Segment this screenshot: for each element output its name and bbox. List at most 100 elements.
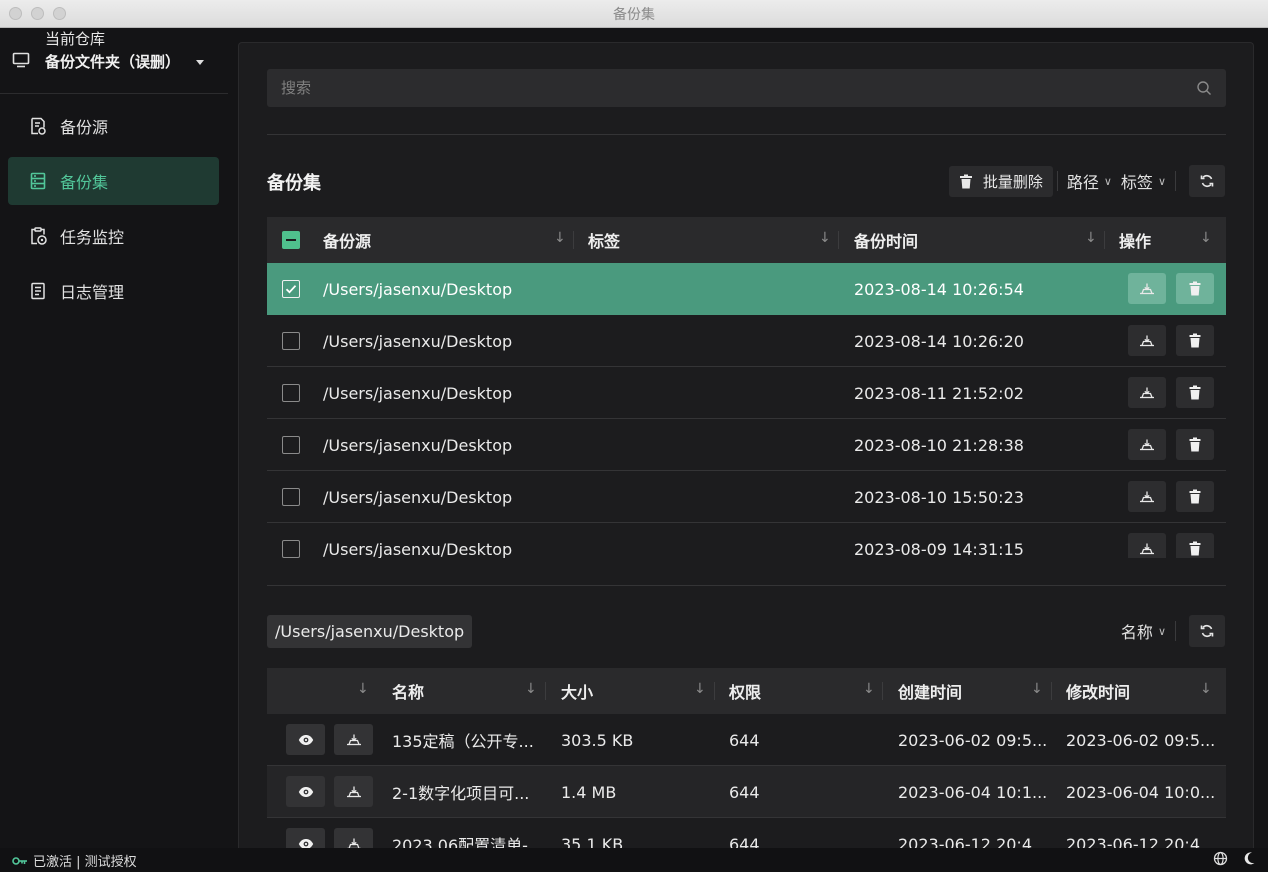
divider (267, 134, 1226, 135)
file-permissions: 644 (729, 834, 760, 849)
file-modified: 2023-06-04 10:0... (1066, 782, 1216, 802)
sort-arrow-icon[interactable]: ↓ (863, 681, 875, 697)
delete-button[interactable] (1176, 273, 1214, 304)
table-row[interactable]: /Users/jasenxu/Desktop 2023-08-10 21:28:3… (267, 419, 1226, 471)
preview-button[interactable] (286, 776, 325, 807)
files-toolbar: 名称 ∨ (1112, 615, 1225, 647)
restore-icon (1140, 491, 1154, 502)
row-checkbox[interactable] (282, 436, 300, 454)
table-row[interactable]: /Users/jasenxu/Desktop 2023-08-10 15:50:2… (267, 471, 1226, 523)
row-time: 2023-08-14 10:26:54 (854, 279, 1024, 299)
sort-arrow-icon[interactable]: ↓ (554, 230, 566, 246)
table-row[interactable]: /Users/jasenxu/Desktop 2023-08-14 10:26:5… (267, 263, 1226, 315)
close-window-button[interactable] (9, 7, 22, 20)
restore-file-button[interactable] (334, 828, 373, 848)
delete-button[interactable] (1176, 533, 1214, 558)
search-input[interactable] (267, 69, 1226, 107)
delete-button[interactable] (1176, 325, 1214, 356)
repo-selector[interactable]: 当前仓库 备份文件夹（误删） (0, 28, 228, 94)
restore-button[interactable] (1128, 377, 1166, 408)
delete-button[interactable] (1176, 481, 1214, 512)
file-created: 2023-06-12 20:4... (898, 834, 1048, 849)
row-checkbox[interactable] (282, 540, 300, 558)
sort-arrow-icon[interactable]: ↓ (1031, 681, 1043, 697)
preview-button[interactable] (286, 724, 325, 755)
restore-file-button[interactable] (334, 776, 373, 807)
table-header: 备份源 ↓ 标签 ↓ 备份时间 ↓ 操作 ↓ (267, 217, 1226, 263)
table-row[interactable]: /Users/jasenxu/Desktop 2023-08-09 14:31:1… (267, 523, 1226, 558)
restore-file-button[interactable] (334, 724, 373, 755)
table-row[interactable]: /Users/jasenxu/Desktop 2023-08-14 10:26:2… (267, 315, 1226, 367)
sort-arrow-icon[interactable]: ↓ (1200, 230, 1212, 246)
table-row[interactable]: 2-1数字化项目可... 1.4 MB 644 2023-06-04 10:1... 2… (267, 766, 1226, 818)
trash-icon (1189, 333, 1201, 348)
sort-name-dropdown[interactable]: 名称 ∨ (1112, 619, 1175, 643)
search-icon[interactable] (1196, 80, 1212, 96)
file-size: 1.4 MB (561, 782, 617, 802)
column-header-tag[interactable]: 标签 (588, 217, 620, 263)
main-panel: 备份集 批量删除 路径 ∨ 标签 ∨ (238, 42, 1254, 848)
row-checkbox[interactable] (282, 332, 300, 350)
file-size: 303.5 KB (561, 730, 634, 750)
row-checkbox[interactable] (282, 384, 300, 402)
column-header-source[interactable]: 备份源 (323, 217, 371, 263)
sidebar-item-backups[interactable]: 备份集 (8, 157, 219, 205)
select-all-checkbox[interactable] (282, 231, 300, 249)
status-bar: 已激活 | 测试授权 (0, 848, 1268, 872)
repo-name: 备份文件夹（误删） (45, 53, 181, 71)
column-header-created[interactable]: 创建时间 (898, 668, 962, 714)
row-source: /Users/jasenxu/Desktop (323, 487, 513, 507)
sidebar-item-monitor[interactable]: 任务监控 (8, 212, 219, 260)
sort-arrow-icon[interactable]: ↓ (819, 230, 831, 246)
backups-table: 备份源 ↓ 标签 ↓ 备份时间 ↓ 操作 ↓ /Users/jasenxu/De… (267, 217, 1226, 558)
file-created: 2023-06-02 09:5... (898, 730, 1048, 750)
dark-mode-moon-icon[interactable] (1242, 851, 1256, 866)
table-row[interactable]: 2023.06配置清单-... 35.1 KB 644 2023-06-12 20:4… (267, 818, 1226, 848)
sort-arrow-icon[interactable]: ↓ (694, 681, 706, 697)
column-header-modified[interactable]: 修改时间 (1066, 668, 1130, 714)
path-filter-dropdown[interactable]: 路径 ∨ (1058, 169, 1121, 193)
file-modified: 2023-06-12 20:4... (1066, 834, 1216, 849)
zoom-window-button[interactable] (53, 7, 66, 20)
restore-button[interactable] (1128, 325, 1166, 356)
column-header-name[interactable]: 名称 (392, 668, 424, 714)
column-separator (1051, 682, 1052, 700)
delete-button[interactable] (1176, 429, 1214, 460)
restore-button[interactable] (1128, 273, 1166, 304)
refresh-files-button[interactable] (1189, 615, 1225, 647)
column-header-size[interactable]: 大小 (561, 668, 593, 714)
sort-arrow-icon[interactable]: ↓ (1085, 230, 1097, 246)
tag-filter-dropdown[interactable]: 标签 ∨ (1121, 169, 1175, 193)
column-header-permissions[interactable]: 权限 (729, 668, 761, 714)
row-checkbox[interactable] (282, 280, 300, 298)
restore-button[interactable] (1128, 481, 1166, 512)
sort-arrow-icon[interactable]: ↓ (1200, 681, 1212, 697)
sort-arrow-icon[interactable]: ↓ (357, 681, 369, 697)
globe-icon[interactable] (1213, 851, 1228, 866)
eye-icon (298, 734, 313, 745)
restore-button[interactable] (1128, 429, 1166, 460)
table-row[interactable]: /Users/jasenxu/Desktop 2023-08-11 21:52:0… (267, 367, 1226, 419)
minimize-window-button[interactable] (31, 7, 44, 20)
file-modified: 2023-06-02 09:5... (1066, 730, 1216, 750)
server-list-icon (30, 172, 46, 190)
sidebar-item-logs[interactable]: 日志管理 (8, 267, 219, 315)
sidebar-item-sources[interactable]: 备份源 (8, 102, 219, 150)
delete-button[interactable] (1176, 377, 1214, 408)
row-checkbox[interactable] (282, 488, 300, 506)
clipboard-monitor-icon (31, 227, 47, 245)
license-status[interactable]: 已激活 | 测试授权 (12, 851, 137, 870)
preview-button[interactable] (286, 828, 325, 848)
row-time: 2023-08-10 21:28:38 (854, 435, 1024, 455)
batch-delete-button[interactable]: 批量删除 (948, 165, 1053, 197)
row-source: /Users/jasenxu/Desktop (323, 539, 513, 559)
sort-arrow-icon[interactable]: ↓ (525, 681, 537, 697)
chevron-down-icon: ∨ (1103, 174, 1112, 188)
path-filter-label: 路径 (1066, 173, 1099, 192)
current-path-badge: /Users/jasenxu/Desktop (267, 615, 473, 648)
refresh-backups-button[interactable] (1189, 165, 1225, 197)
restore-button[interactable] (1128, 533, 1166, 558)
search-box (267, 69, 1226, 107)
table-row[interactable]: 135定稿（公开专... 303.5 KB 644 2023-06-02 09:5..… (267, 714, 1226, 766)
column-header-time[interactable]: 备份时间 (854, 217, 918, 263)
